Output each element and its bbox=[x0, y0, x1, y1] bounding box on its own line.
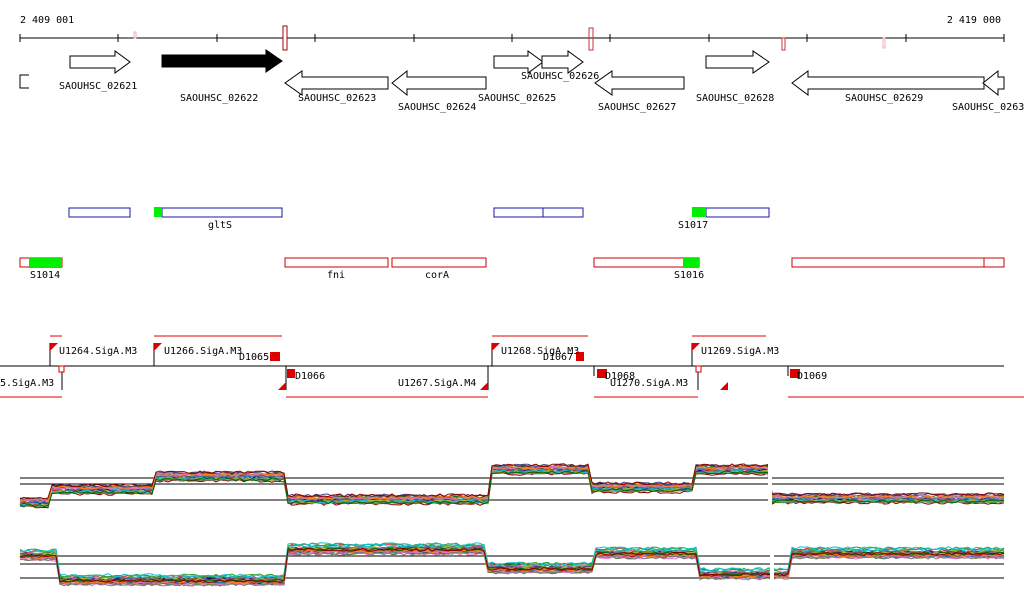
gene-arrow-02629[interactable] bbox=[791, 70, 985, 96]
segment-label: U1266.SigA.M3 bbox=[164, 346, 242, 357]
feature-label-cora: corA bbox=[425, 270, 449, 281]
gene-label: SAOUHSC_0263 bbox=[952, 102, 1024, 113]
forward-feature-box[interactable] bbox=[542, 207, 584, 218]
gene-label: SAOUHSC_02628 bbox=[696, 93, 774, 104]
reverse-feature-box[interactable] bbox=[391, 257, 487, 268]
segment-label: D1065 bbox=[239, 352, 269, 363]
gene-arrow-02626[interactable] bbox=[541, 50, 584, 74]
forward-feature-box[interactable] bbox=[705, 207, 770, 218]
segment-label: 5.SigA.M3 bbox=[0, 378, 54, 389]
gene-arrow-02622[interactable] bbox=[161, 49, 283, 73]
feature-label-glts: gltS bbox=[208, 220, 232, 231]
feature-label-s1016: S1016 bbox=[674, 270, 704, 281]
reverse-feature-box[interactable] bbox=[791, 257, 985, 268]
forward-feature-track bbox=[68, 207, 770, 218]
segment-label: D1066 bbox=[295, 371, 325, 382]
gene-label: SAOUHSC_02626 bbox=[521, 71, 599, 82]
reverse-feature-box[interactable] bbox=[983, 257, 1005, 268]
gene-arrow-02623[interactable] bbox=[284, 70, 389, 96]
gene-arrow-02625[interactable] bbox=[493, 50, 544, 74]
gene-label: SAOUHSC_02622 bbox=[180, 93, 258, 104]
expression-track-forward bbox=[19, 453, 1005, 509]
segment-label: U1270.SigA.M3 bbox=[610, 378, 688, 389]
expression-gap bbox=[768, 453, 772, 508]
forward-feature-box[interactable] bbox=[161, 207, 283, 218]
gene-track bbox=[19, 49, 1005, 97]
segment-label: U1269.SigA.M3 bbox=[701, 346, 779, 357]
gene-arrow-02628[interactable] bbox=[705, 50, 770, 74]
reverse-feature-box[interactable] bbox=[284, 257, 389, 268]
reverse-feature-track bbox=[19, 257, 1005, 268]
coordinate-ruler: 2 409 001 2 419 000 bbox=[19, 15, 1005, 51]
feature-label-s1017: S1017 bbox=[678, 220, 708, 231]
expression-gap bbox=[770, 531, 774, 586]
feature-label-s1014: S1014 bbox=[30, 270, 60, 281]
coord-end-label: 2 419 000 bbox=[947, 15, 1001, 26]
coord-start-label: 2 409 001 bbox=[20, 15, 74, 26]
gene-label: SAOUHSC_02623 bbox=[298, 93, 376, 104]
gene-arrow-partial[interactable] bbox=[19, 74, 29, 89]
segment-label: D1067 bbox=[543, 352, 573, 363]
gene-label: SAOUHSC_02627 bbox=[598, 102, 676, 113]
gene-arrow-02627[interactable] bbox=[594, 70, 685, 96]
gene-arrow-0263[interactable] bbox=[982, 69, 1005, 97]
gene-label: SAOUHSC_02629 bbox=[845, 93, 923, 104]
segment-labels: U1264.SigA.M3 U1266.SigA.M3 D1065 U1268.… bbox=[0, 346, 827, 389]
segment-label: U1267.SigA.M4 bbox=[398, 378, 476, 389]
forward-feature-box[interactable] bbox=[68, 207, 131, 218]
feature-label-fni: fni bbox=[327, 270, 345, 281]
segment-label: D1069 bbox=[797, 371, 827, 382]
genome-browser-view: 2 409 001 2 419 000 SAOUHSC_02621 SAOUHS… bbox=[0, 15, 1024, 587]
expression-track-reverse bbox=[19, 531, 1005, 587]
segment-label: U1264.SigA.M3 bbox=[59, 346, 137, 357]
gene-arrow-02621[interactable] bbox=[69, 50, 131, 74]
gene-label: SAOUHSC_02624 bbox=[398, 102, 476, 113]
gene-label: SAOUHSC_02621 bbox=[59, 81, 137, 92]
gene-arrow-02624[interactable] bbox=[391, 69, 487, 97]
gene-label: SAOUHSC_02625 bbox=[478, 93, 556, 104]
forward-feature-box[interactable] bbox=[493, 207, 544, 218]
